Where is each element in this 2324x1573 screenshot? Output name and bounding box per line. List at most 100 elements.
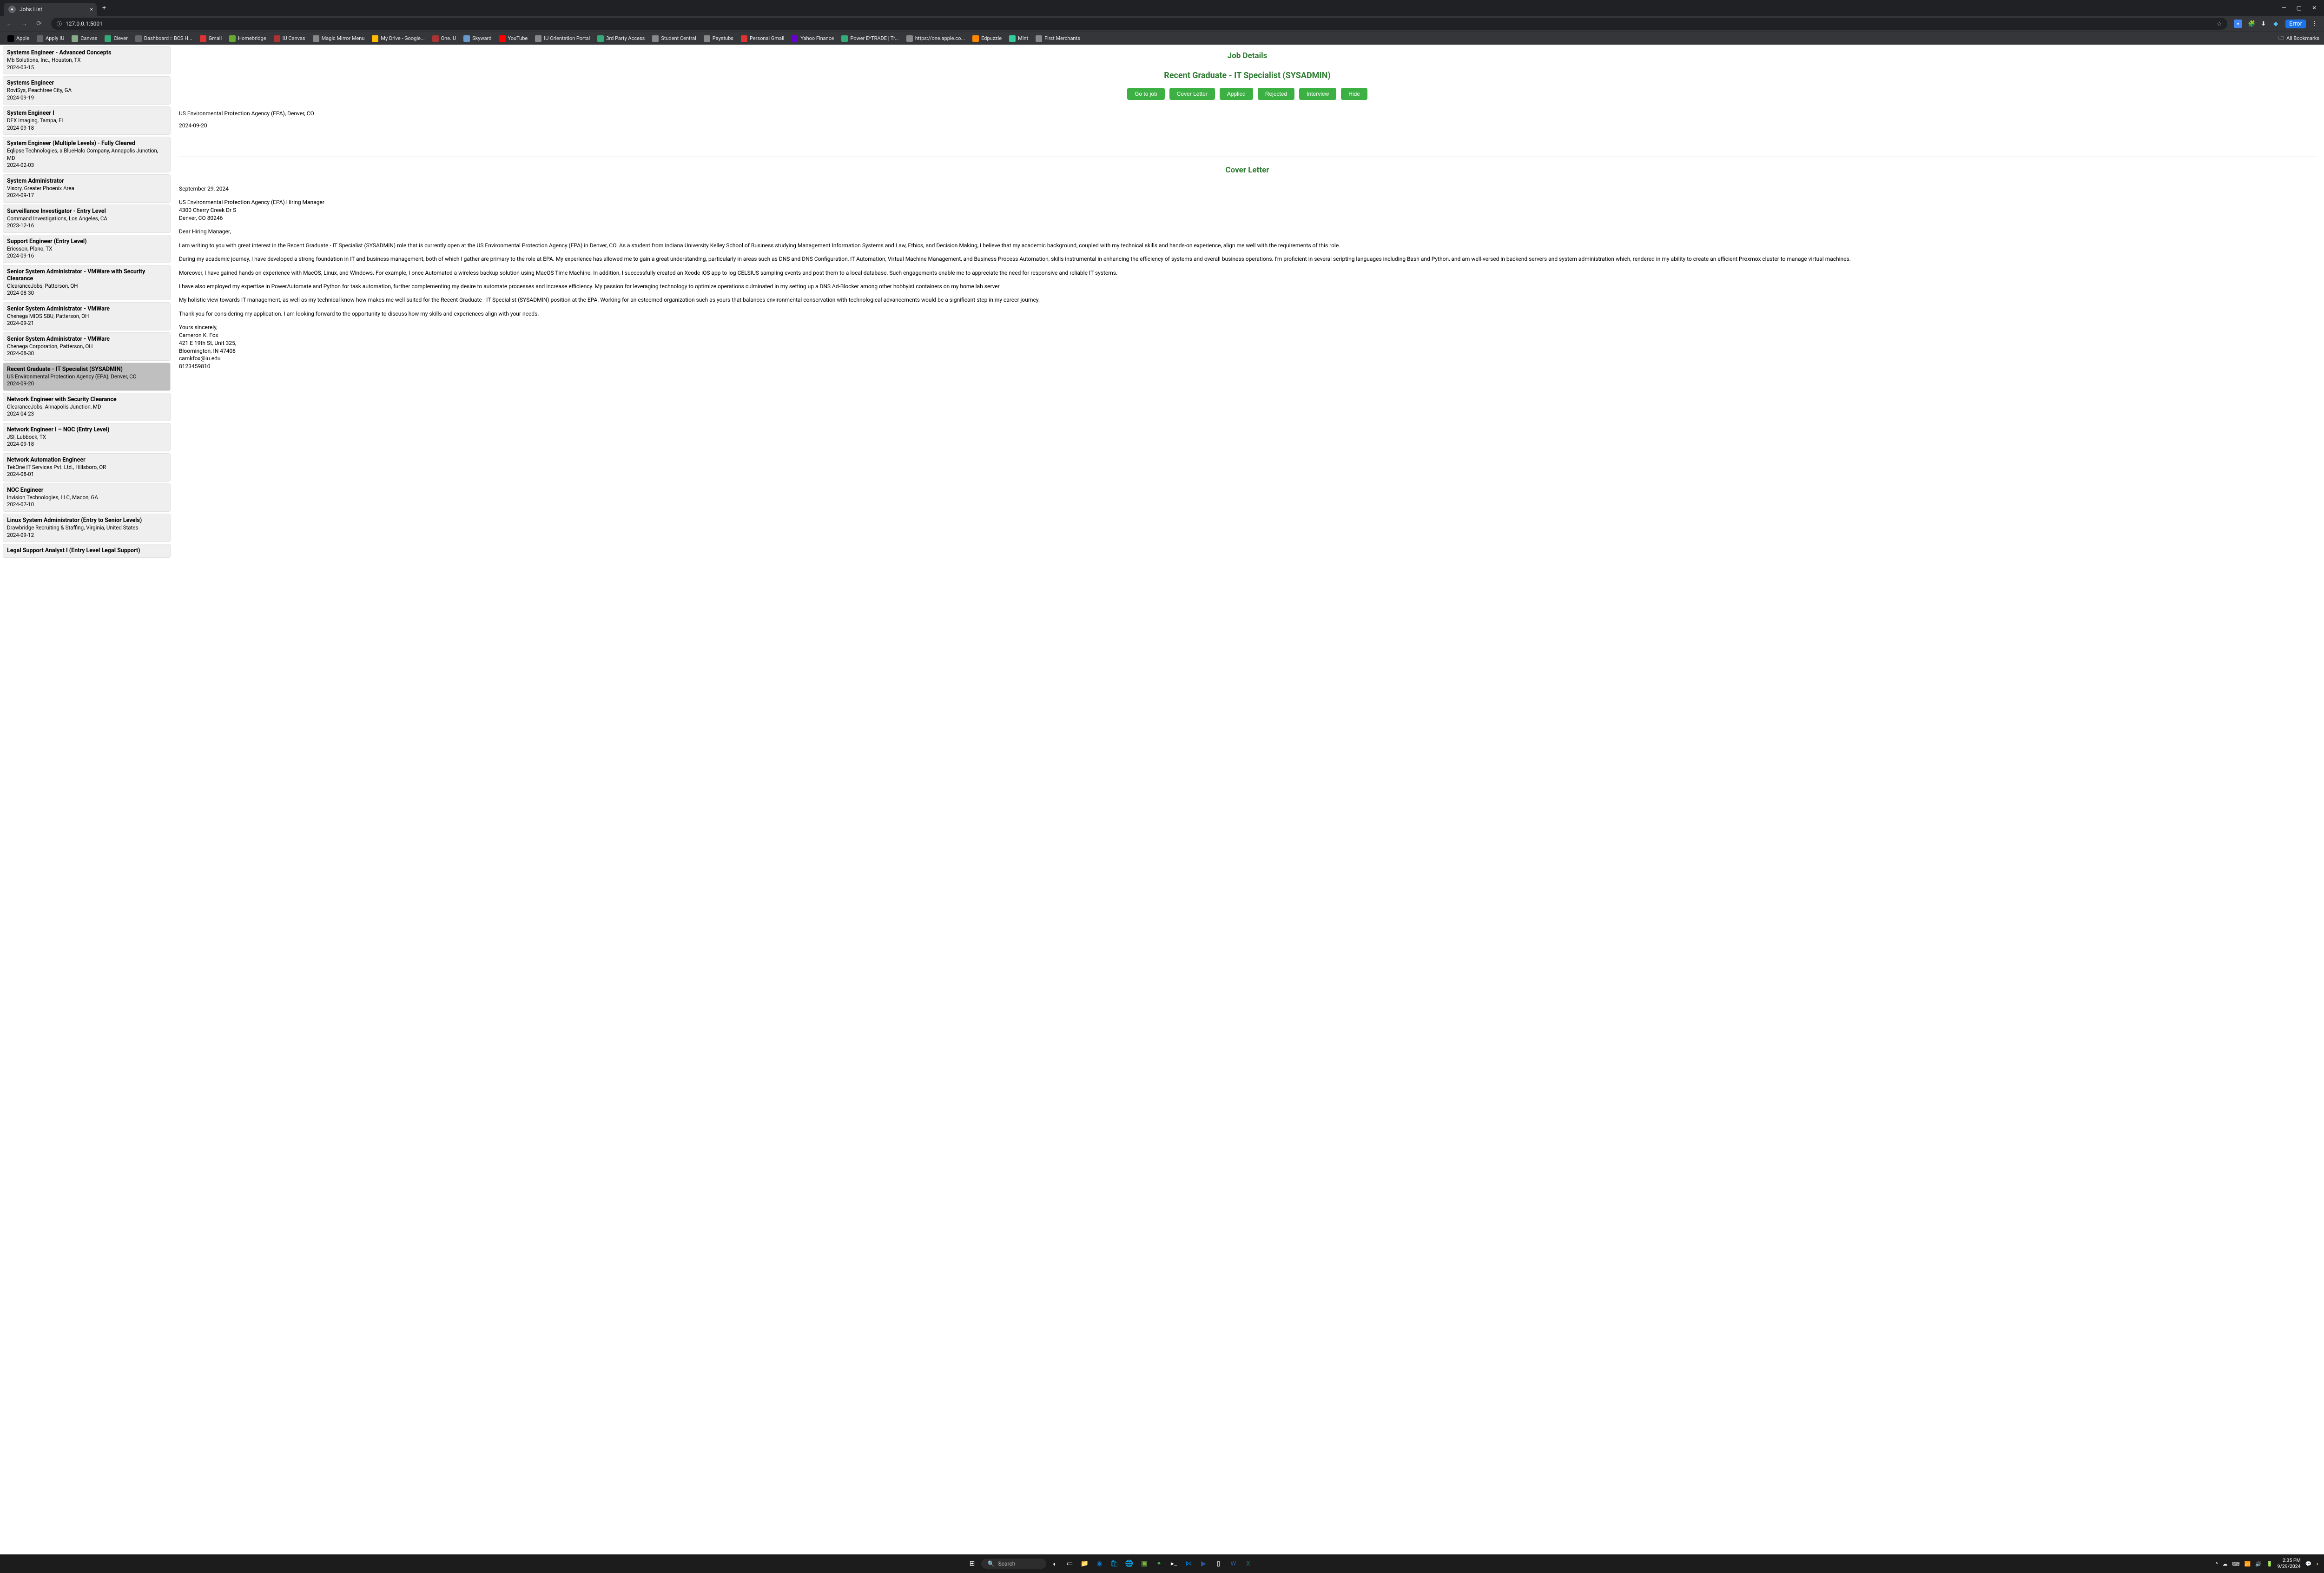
- taskbar-search[interactable]: 🔍 Search: [981, 1559, 1046, 1569]
- start-icon[interactable]: ⊞: [966, 1558, 978, 1570]
- bookmark-item[interactable]: IU Orientation Portal: [532, 34, 593, 43]
- interview-button[interactable]: Interview: [1299, 88, 1336, 100]
- tray-copilot-icon[interactable]: ◐: [2316, 1561, 2319, 1567]
- bookmark-item[interactable]: Student Central: [649, 34, 699, 43]
- maximize-icon[interactable]: ▢: [2297, 5, 2302, 11]
- bookmark-item[interactable]: 3rd Party Access: [594, 34, 647, 43]
- bookmark-item[interactable]: YouTube: [496, 34, 531, 43]
- applied-button[interactable]: Applied: [1220, 88, 1253, 100]
- extensions-icon[interactable]: 🧩: [2248, 20, 2255, 27]
- cover-addr2: 4300 Cherry Creek Dr S: [179, 206, 2316, 214]
- profile-badge[interactable]: Error: [2285, 20, 2306, 28]
- bookmark-item[interactable]: Yahoo Finance: [789, 34, 837, 43]
- job-card-title: Recent Graduate - IT Specialist (SYSADMI…: [7, 366, 166, 373]
- bookmark-item[interactable]: Edpuzzle: [970, 34, 1004, 43]
- new-tab-icon[interactable]: +: [102, 4, 106, 12]
- job-card[interactable]: Senior System Administrator - VMWareChen…: [3, 302, 171, 330]
- bookmark-item[interactable]: Magic Mirror Menu: [310, 34, 368, 43]
- menu-icon[interactable]: ⋮: [2311, 20, 2317, 27]
- job-card-title: Surveillance Investigator - Entry Level: [7, 208, 166, 215]
- cover-addr1: US Environmental Protection Agency (EPA)…: [179, 198, 2316, 206]
- tab-close-icon[interactable]: ×: [90, 6, 93, 13]
- bookmark-item[interactable]: Apple: [5, 34, 32, 43]
- rejected-button[interactable]: Rejected: [1258, 88, 1294, 100]
- job-card[interactable]: Network Engineer with Security Clearance…: [3, 393, 171, 421]
- bookmark-item[interactable]: Dashboard :: BCS H...: [132, 34, 195, 43]
- task-view-icon[interactable]: ▭: [1064, 1558, 1076, 1570]
- tray-notifications-icon[interactable]: 💬: [2305, 1561, 2312, 1567]
- job-card[interactable]: Surveillance Investigator - Entry LevelC…: [3, 205, 171, 233]
- extension-lastpass-icon[interactable]: ▪: [2234, 20, 2242, 28]
- excel-icon[interactable]: X: [1242, 1558, 1254, 1570]
- close-icon[interactable]: ✕: [2312, 5, 2317, 11]
- taskbar-clock[interactable]: 2:35 PM 9/29/2024: [2278, 1558, 2301, 1569]
- job-card[interactable]: Legal Support Analyst I (Entry Level Leg…: [3, 544, 171, 558]
- job-card[interactable]: Senior System Administrator - VMWare wit…: [3, 265, 171, 300]
- job-card[interactable]: System Engineer IDEX Imaging, Tampa, FL2…: [3, 106, 171, 135]
- job-card[interactable]: System Engineer (Multiple Levels) - Full…: [3, 137, 171, 172]
- bookmark-label: Yahoo Finance: [800, 35, 834, 41]
- downloads-icon[interactable]: ⬇: [2261, 20, 2266, 27]
- word-icon[interactable]: W: [1228, 1558, 1240, 1570]
- file-explorer-icon[interactable]: 📁: [1079, 1558, 1091, 1570]
- bookmark-item[interactable]: First Merchants: [1033, 34, 1083, 43]
- url-bar[interactable]: ⓘ 127.0.0.1:5001 ☆: [51, 18, 2227, 30]
- edge-icon[interactable]: ◉: [1094, 1558, 1106, 1570]
- browser-tab[interactable]: ● Jobs List ×: [4, 3, 97, 16]
- job-card-date: 2024-09-18: [7, 125, 166, 132]
- job-card[interactable]: Network Automation EngineerTekOne IT Ser…: [3, 453, 171, 482]
- bookmark-item[interactable]: One.IU: [429, 34, 459, 43]
- job-card[interactable]: Systems Engineer - Advanced ConceptsMb S…: [3, 46, 171, 74]
- tray-battery-icon[interactable]: 🔋: [2266, 1561, 2273, 1567]
- job-card[interactable]: Support Engineer (Entry Level)Ericsson, …: [3, 235, 171, 263]
- bookmark-favicon-icon: [200, 35, 206, 42]
- bookmark-item[interactable]: Personal Gmail: [738, 34, 787, 43]
- all-bookmarks-button[interactable]: 🗀All Bookmarks: [2278, 34, 2319, 43]
- bookmark-star-icon[interactable]: ☆: [2217, 20, 2222, 27]
- store-icon[interactable]: 🛍: [1109, 1558, 1121, 1570]
- bookmark-item[interactable]: Power E*TRADE | Tr...: [838, 34, 902, 43]
- hide-button[interactable]: Hide: [1341, 88, 1367, 100]
- back-icon[interactable]: ←: [4, 18, 15, 29]
- job-card[interactable]: System AdministratorVisory, Greater Phoe…: [3, 174, 171, 203]
- bookmark-item[interactable]: IU Canvas: [271, 34, 308, 43]
- pycharm-icon[interactable]: ▣: [1138, 1558, 1150, 1570]
- bookmark-item[interactable]: Mint: [1006, 34, 1031, 43]
- bookmark-label: Apple: [16, 35, 29, 41]
- tray-chevron-icon[interactable]: ^: [2216, 1561, 2218, 1567]
- extension-generic-icon[interactable]: ◆: [2271, 20, 2280, 28]
- bookmark-item[interactable]: Paystubs: [701, 34, 736, 43]
- bookmark-item[interactable]: My Drive - Google...: [369, 34, 427, 43]
- app-icon-2[interactable]: ▯: [1213, 1558, 1225, 1570]
- site-info-icon[interactable]: ⓘ: [57, 20, 62, 27]
- job-card[interactable]: Systems EngineerRoviSys, Peachtree City,…: [3, 76, 171, 105]
- go-to-job-button[interactable]: Go to job: [1127, 88, 1165, 100]
- copilot-icon[interactable]: ◐: [1049, 1558, 1061, 1570]
- forward-icon[interactable]: →: [19, 18, 30, 29]
- job-card[interactable]: NOC EngineerInvision Technologies, LLC, …: [3, 483, 171, 512]
- bookmark-item[interactable]: Homebridge: [226, 34, 269, 43]
- tray-keyboard-icon[interactable]: ⌨: [2232, 1561, 2240, 1567]
- job-card[interactable]: Senior System Administrator - VMWareChen…: [3, 332, 171, 361]
- tray-wifi-icon[interactable]: 📶: [2245, 1561, 2251, 1567]
- app-icon-1[interactable]: ✦: [1153, 1558, 1165, 1570]
- job-card[interactable]: Network Engineer I – NOC (Entry Level)JS…: [3, 423, 171, 451]
- tray-volume-icon[interactable]: 🔊: [2255, 1561, 2262, 1567]
- minimize-icon[interactable]: —: [2282, 5, 2286, 11]
- job-card[interactable]: Recent Graduate - IT Specialist (SYSADMI…: [3, 363, 171, 391]
- reload-icon[interactable]: ⟳: [33, 18, 45, 29]
- bookmark-item[interactable]: Skyward: [461, 34, 494, 43]
- vscode-icon[interactable]: ⋈: [1183, 1558, 1195, 1570]
- power-automate-icon[interactable]: ▶: [1198, 1558, 1210, 1570]
- job-card[interactable]: Linux System Administrator (Entry to Sen…: [3, 514, 171, 542]
- bookmark-item[interactable]: Apply IU: [34, 34, 67, 43]
- bookmark-item[interactable]: Clever: [102, 34, 130, 43]
- job-list-panel[interactable]: Systems Engineer - Advanced ConceptsMb S…: [0, 45, 171, 1554]
- tray-onedrive-icon[interactable]: ☁: [2223, 1561, 2228, 1567]
- bookmark-item[interactable]: Gmail: [197, 34, 224, 43]
- bookmark-item[interactable]: Canvas: [69, 34, 100, 43]
- chrome-icon[interactable]: 🌐: [1123, 1558, 1136, 1570]
- terminal-icon[interactable]: ▸_: [1168, 1558, 1180, 1570]
- bookmark-item[interactable]: https://one.apple.co...: [904, 34, 968, 43]
- cover-letter-button[interactable]: Cover Letter: [1169, 88, 1215, 100]
